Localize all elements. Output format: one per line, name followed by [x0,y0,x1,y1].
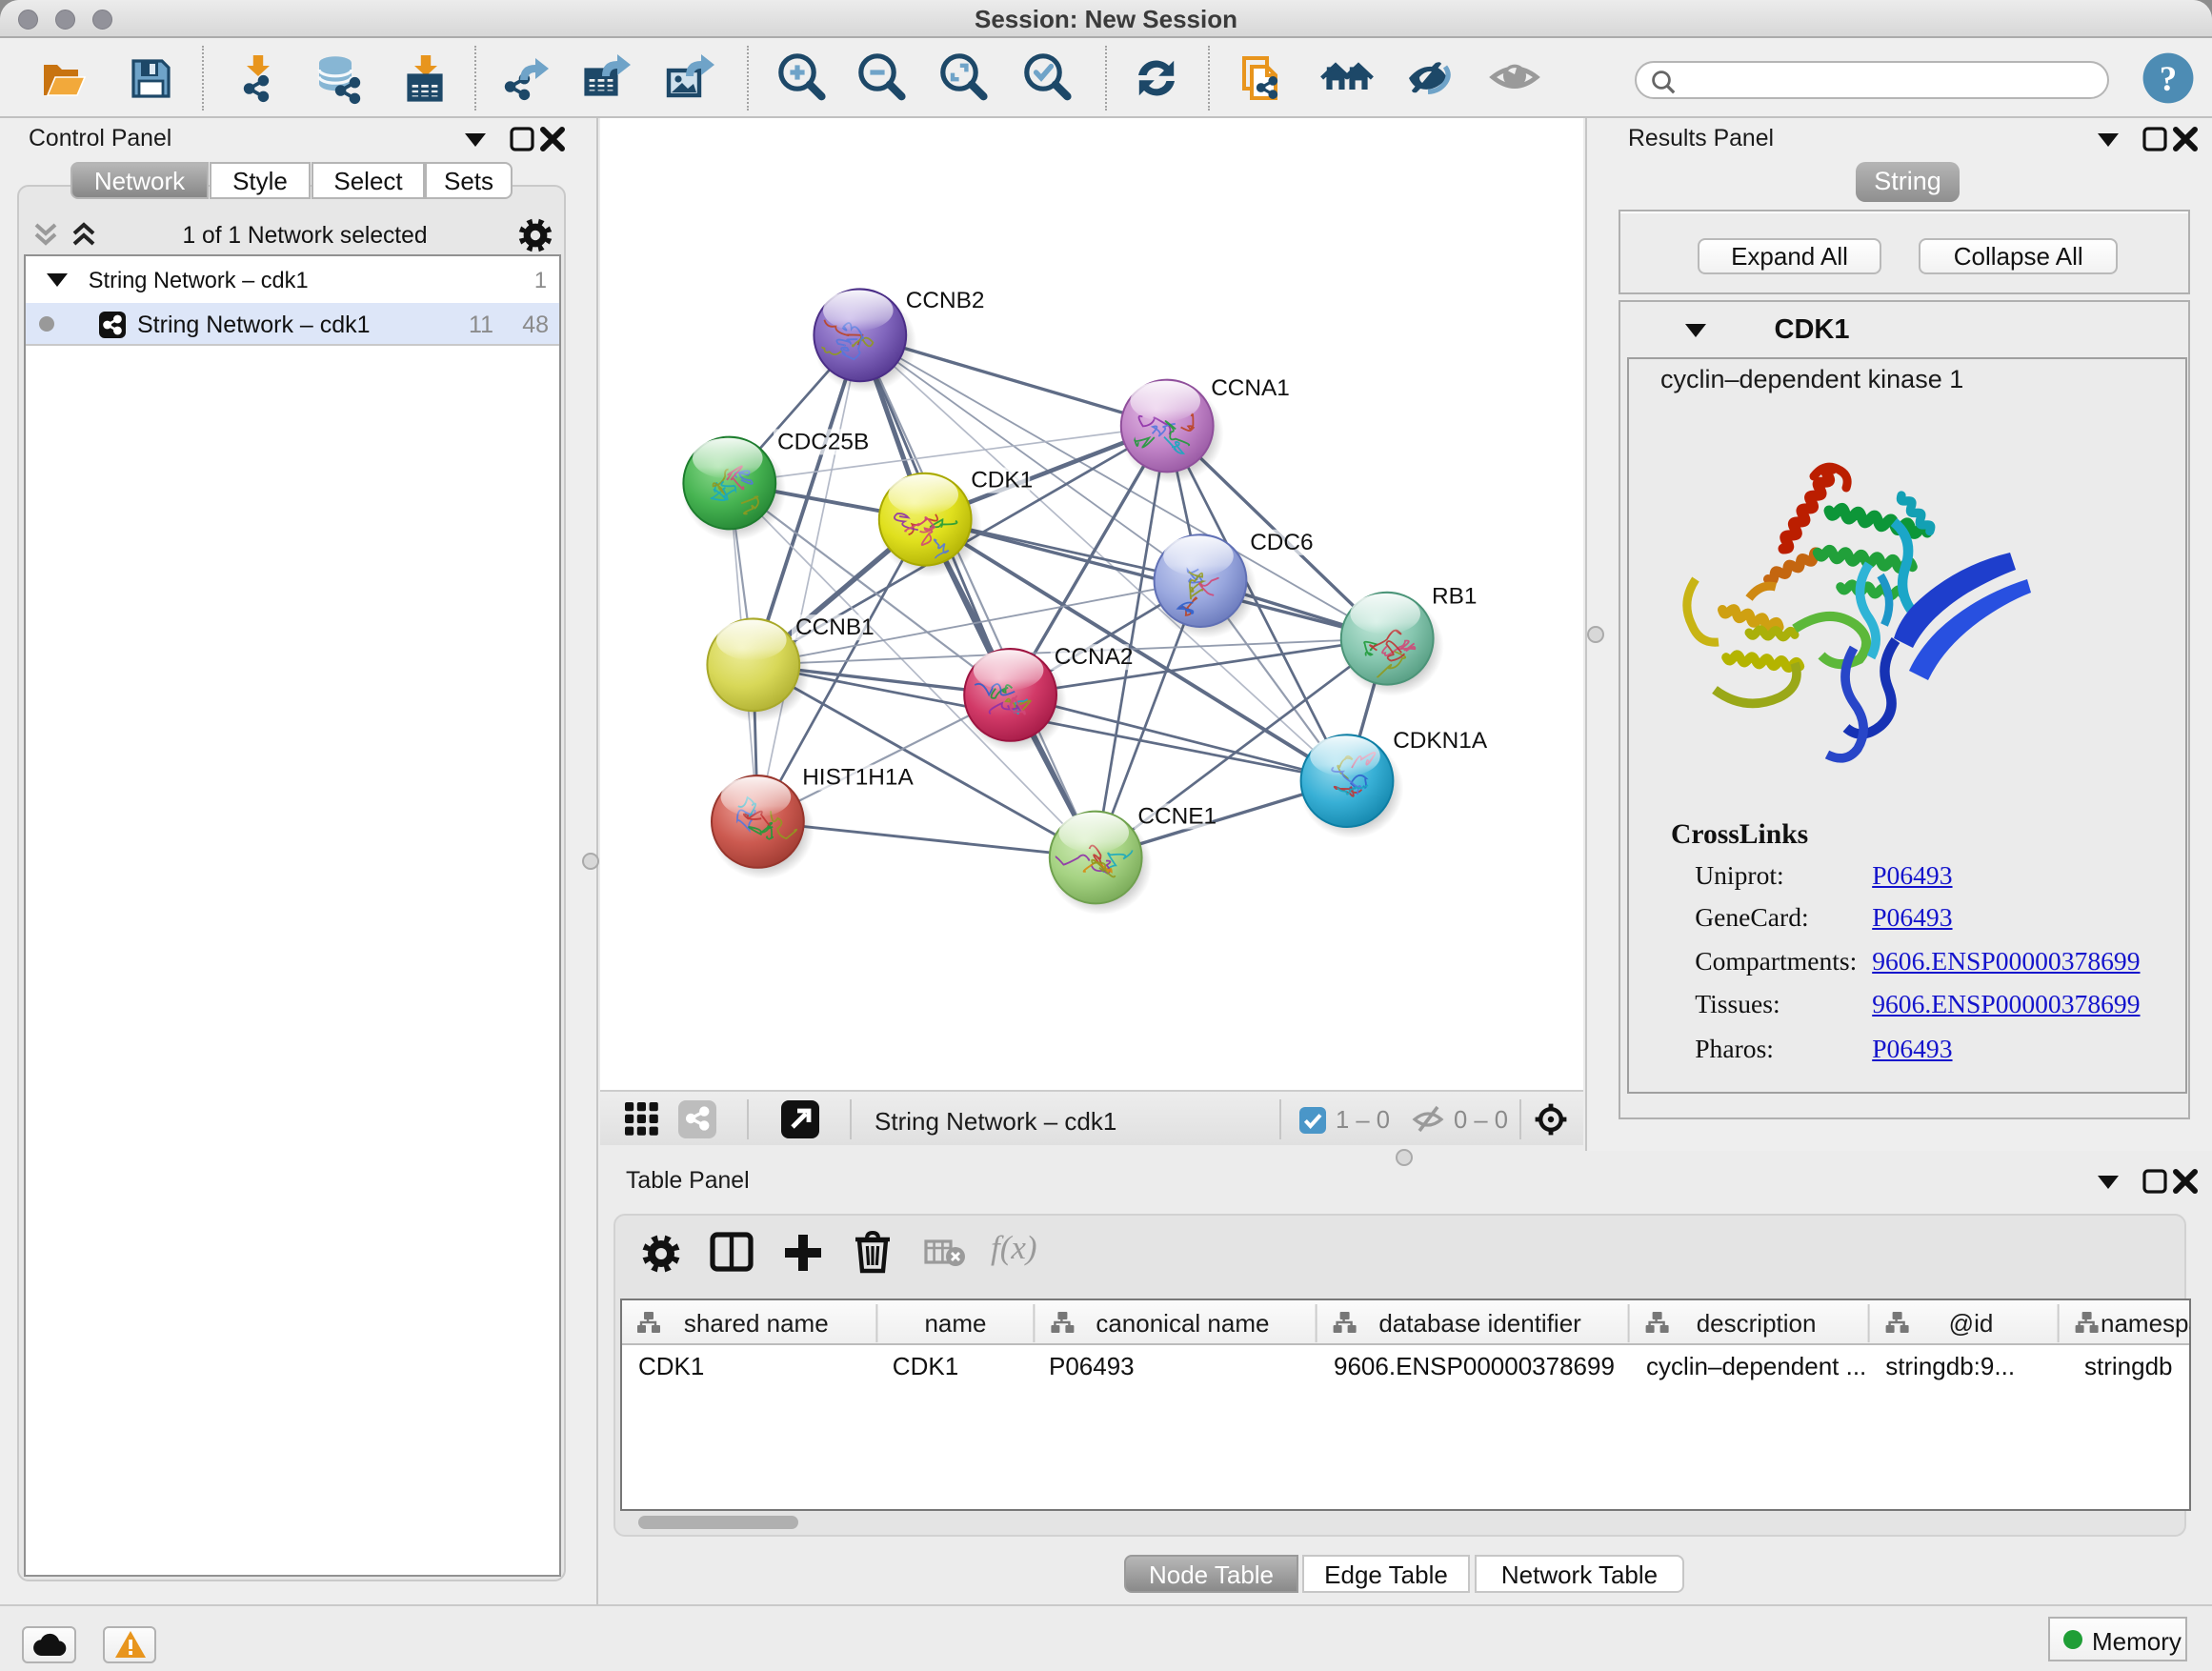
svg-text:canonical name: canonical name [1096,1309,1270,1338]
svg-text:CCNB2: CCNB2 [906,288,985,313]
svg-text:CCNA1: CCNA1 [1211,375,1290,401]
svg-text:shared name: shared name [684,1309,829,1338]
svg-text:RB1: RB1 [1432,583,1477,609]
svg-text:CDC25B: CDC25B [777,429,869,454]
svg-text:CCNA2: CCNA2 [1055,644,1134,670]
svg-text:namespace: namespace [2101,1309,2190,1338]
svg-text:CDKN1A: CDKN1A [1393,728,1488,754]
svg-text:CDK1: CDK1 [971,468,1033,493]
svg-text:CDC6: CDC6 [1250,530,1313,555]
svg-text:CCNB1: CCNB1 [795,614,875,640]
svg-text:HIST1H1A: HIST1H1A [802,765,914,791]
svg-text:?: ? [2160,59,2177,98]
svg-text:description: description [1697,1309,1817,1338]
svg-text:@id: @id [1949,1309,1994,1338]
svg-text:name: name [925,1309,987,1338]
svg-text:CCNE1: CCNE1 [1137,803,1217,829]
svg-text:database identifier: database identifier [1379,1309,1582,1338]
